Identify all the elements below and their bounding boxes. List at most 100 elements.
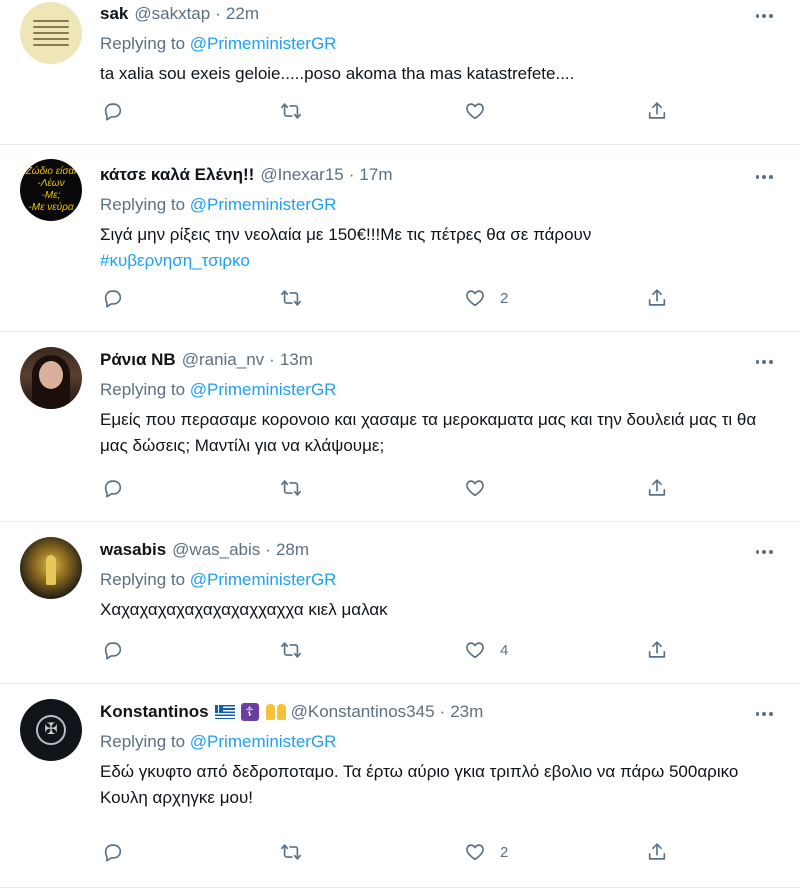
reply-button[interactable] <box>102 841 282 863</box>
avatar[interactable] <box>20 2 82 64</box>
user-name[interactable]: κάτσε καλά Ελένη!! <box>100 165 254 185</box>
avatar-text: -Με; <box>41 190 61 201</box>
retweet-icon <box>281 290 301 306</box>
retweet-button[interactable] <box>280 287 460 309</box>
retweet-button[interactable] <box>280 100 460 122</box>
reply-icon <box>104 103 122 121</box>
user-name[interactable]: Konstantinos <box>100 702 209 722</box>
retweet-button[interactable] <box>280 639 460 661</box>
avatar[interactable] <box>20 347 82 409</box>
share-button[interactable] <box>646 287 800 309</box>
tweet[interactable]: sak @sakxtap · 22m Replying to @Primemin… <box>0 0 800 145</box>
user-handle[interactable]: @Inexar15 <box>260 165 343 185</box>
tweet[interactable]: Ζώδιο είσαι -Λέων -Με; -Με νεύρα κάτσε κ… <box>0 145 800 332</box>
more-icon[interactable] <box>754 542 774 562</box>
share-icon <box>648 289 666 306</box>
user-name[interactable]: Ράνια ΝΒ <box>100 350 176 370</box>
separator-dot: · <box>215 4 221 23</box>
share-button[interactable] <box>646 639 800 661</box>
heart-icon <box>466 642 484 659</box>
more-icon[interactable] <box>754 352 774 372</box>
separator-dot: · <box>348 165 355 184</box>
replying-to-label: Replying to <box>100 380 186 399</box>
avatar[interactable]: Ζώδιο είσαι -Λέων -Με; -Με νεύρα <box>20 159 82 221</box>
share-button[interactable] <box>646 100 800 122</box>
reply-button[interactable] <box>102 639 282 661</box>
user-handle[interactable]: @rania_nv <box>182 350 264 370</box>
share-button[interactable] <box>646 841 800 863</box>
like-button[interactable]: 2 <box>464 287 644 309</box>
tweet-text: Χαχαχαχαχαχαχαχαχχαχχα κιελ μαλακ <box>100 600 388 619</box>
avatar-text: -Λέων <box>37 178 65 189</box>
share-button[interactable] <box>646 477 800 499</box>
timestamp[interactable]: 17m <box>359 165 392 185</box>
user-handle[interactable]: @sakxtap <box>134 4 210 24</box>
like-count: 4 <box>500 641 509 659</box>
reply-icon <box>104 480 122 498</box>
eagle-emblem-icon: ✠ <box>36 715 66 745</box>
retweet-icon <box>281 844 301 860</box>
retweet-button[interactable] <box>280 477 460 499</box>
timestamp[interactable]: 23m <box>450 702 483 722</box>
retweet-icon <box>281 642 301 658</box>
greek-flag-icon <box>214 705 235 719</box>
mention-link[interactable]: @PrimeministerGR <box>190 34 337 53</box>
avatar[interactable]: ✠ <box>20 699 82 761</box>
tweet-header: sak @sakxtap · 22m <box>100 2 780 26</box>
user-name[interactable]: wasabis <box>100 540 166 560</box>
user-handle[interactable]: @Konstantinos345 <box>291 702 435 722</box>
mention-link[interactable]: @PrimeministerGR <box>190 380 337 399</box>
replying-to-label: Replying to <box>100 34 186 53</box>
reply-button[interactable] <box>102 477 282 499</box>
like-button[interactable]: 4 <box>464 639 644 661</box>
user-name[interactable]: sak <box>100 4 128 24</box>
reply-icon <box>104 642 122 660</box>
tweet-text: ta xalia sou exeis geloie.....poso akoma… <box>100 64 575 83</box>
like-count: 2 <box>500 289 509 307</box>
separator-dot: · <box>269 350 275 369</box>
more-icon[interactable] <box>754 704 774 724</box>
replying-to-label: Replying to <box>100 570 186 589</box>
share-icon <box>648 641 666 658</box>
retweet-button[interactable] <box>280 841 460 863</box>
tweet-header: wasabis @was_abis · 28m <box>100 538 780 562</box>
reply-feed: sak @sakxtap · 22m Replying to @Primemin… <box>0 0 800 888</box>
tweet-text: Εμείς που περασαμε κορονοιο και χασαμε τ… <box>100 410 757 455</box>
heart-icon <box>466 844 484 861</box>
share-icon <box>648 102 666 119</box>
tweet-actions <box>100 100 680 124</box>
tweet-actions: 2 <box>100 841 680 865</box>
reply-button[interactable] <box>102 287 282 309</box>
tweet[interactable]: ✠ Konstantinos ☦ @Konstantinos345 · 23m … <box>0 684 800 888</box>
like-button[interactable] <box>464 477 644 499</box>
timestamp[interactable]: 13m <box>280 350 313 370</box>
like-button[interactable] <box>464 100 644 122</box>
mention-link[interactable]: @PrimeministerGR <box>190 570 337 589</box>
mention-link[interactable]: @PrimeministerGR <box>190 732 337 751</box>
avatar[interactable] <box>20 537 82 599</box>
retweet-icon <box>281 103 301 119</box>
timestamp[interactable]: 22m <box>226 4 259 24</box>
separator-dot: · <box>439 702 446 721</box>
tweet-header: κάτσε καλά Ελένη!! @Inexar15 · 17m <box>100 163 780 187</box>
replying-to-label: Replying to <box>100 195 186 214</box>
reply-button[interactable] <box>102 100 282 122</box>
timestamp[interactable]: 28m <box>276 540 309 560</box>
more-icon[interactable] <box>754 6 774 26</box>
tweet-actions: 2 <box>100 287 680 311</box>
tweet-text: Εδώ γκυφτο από δεδροποταμο. Τα έρτω αύρι… <box>100 762 739 807</box>
share-icon <box>648 843 666 860</box>
like-button[interactable]: 2 <box>464 841 644 863</box>
retweet-icon <box>281 480 301 496</box>
replying-to: Replying to @PrimeministerGR <box>100 569 780 591</box>
separator-dot: · <box>265 540 271 559</box>
tweet[interactable]: wasabis @was_abis · 28m Replying to @Pri… <box>0 522 800 684</box>
hashtag-link[interactable]: #κυβερνηση_τσιρκο <box>100 248 760 274</box>
replying-to-label: Replying to <box>100 732 186 751</box>
mention-link[interactable]: @PrimeministerGR <box>190 195 337 214</box>
more-icon[interactable] <box>754 167 774 187</box>
reply-icon <box>104 290 122 308</box>
tweet[interactable]: Ράνια ΝΒ @rania_nv · 13m Replying to @Pr… <box>0 332 800 522</box>
tweet-text: Σιγά μην ρίξεις την νεολαία με 150€!!!Με… <box>100 222 760 274</box>
user-handle[interactable]: @was_abis <box>172 540 260 560</box>
